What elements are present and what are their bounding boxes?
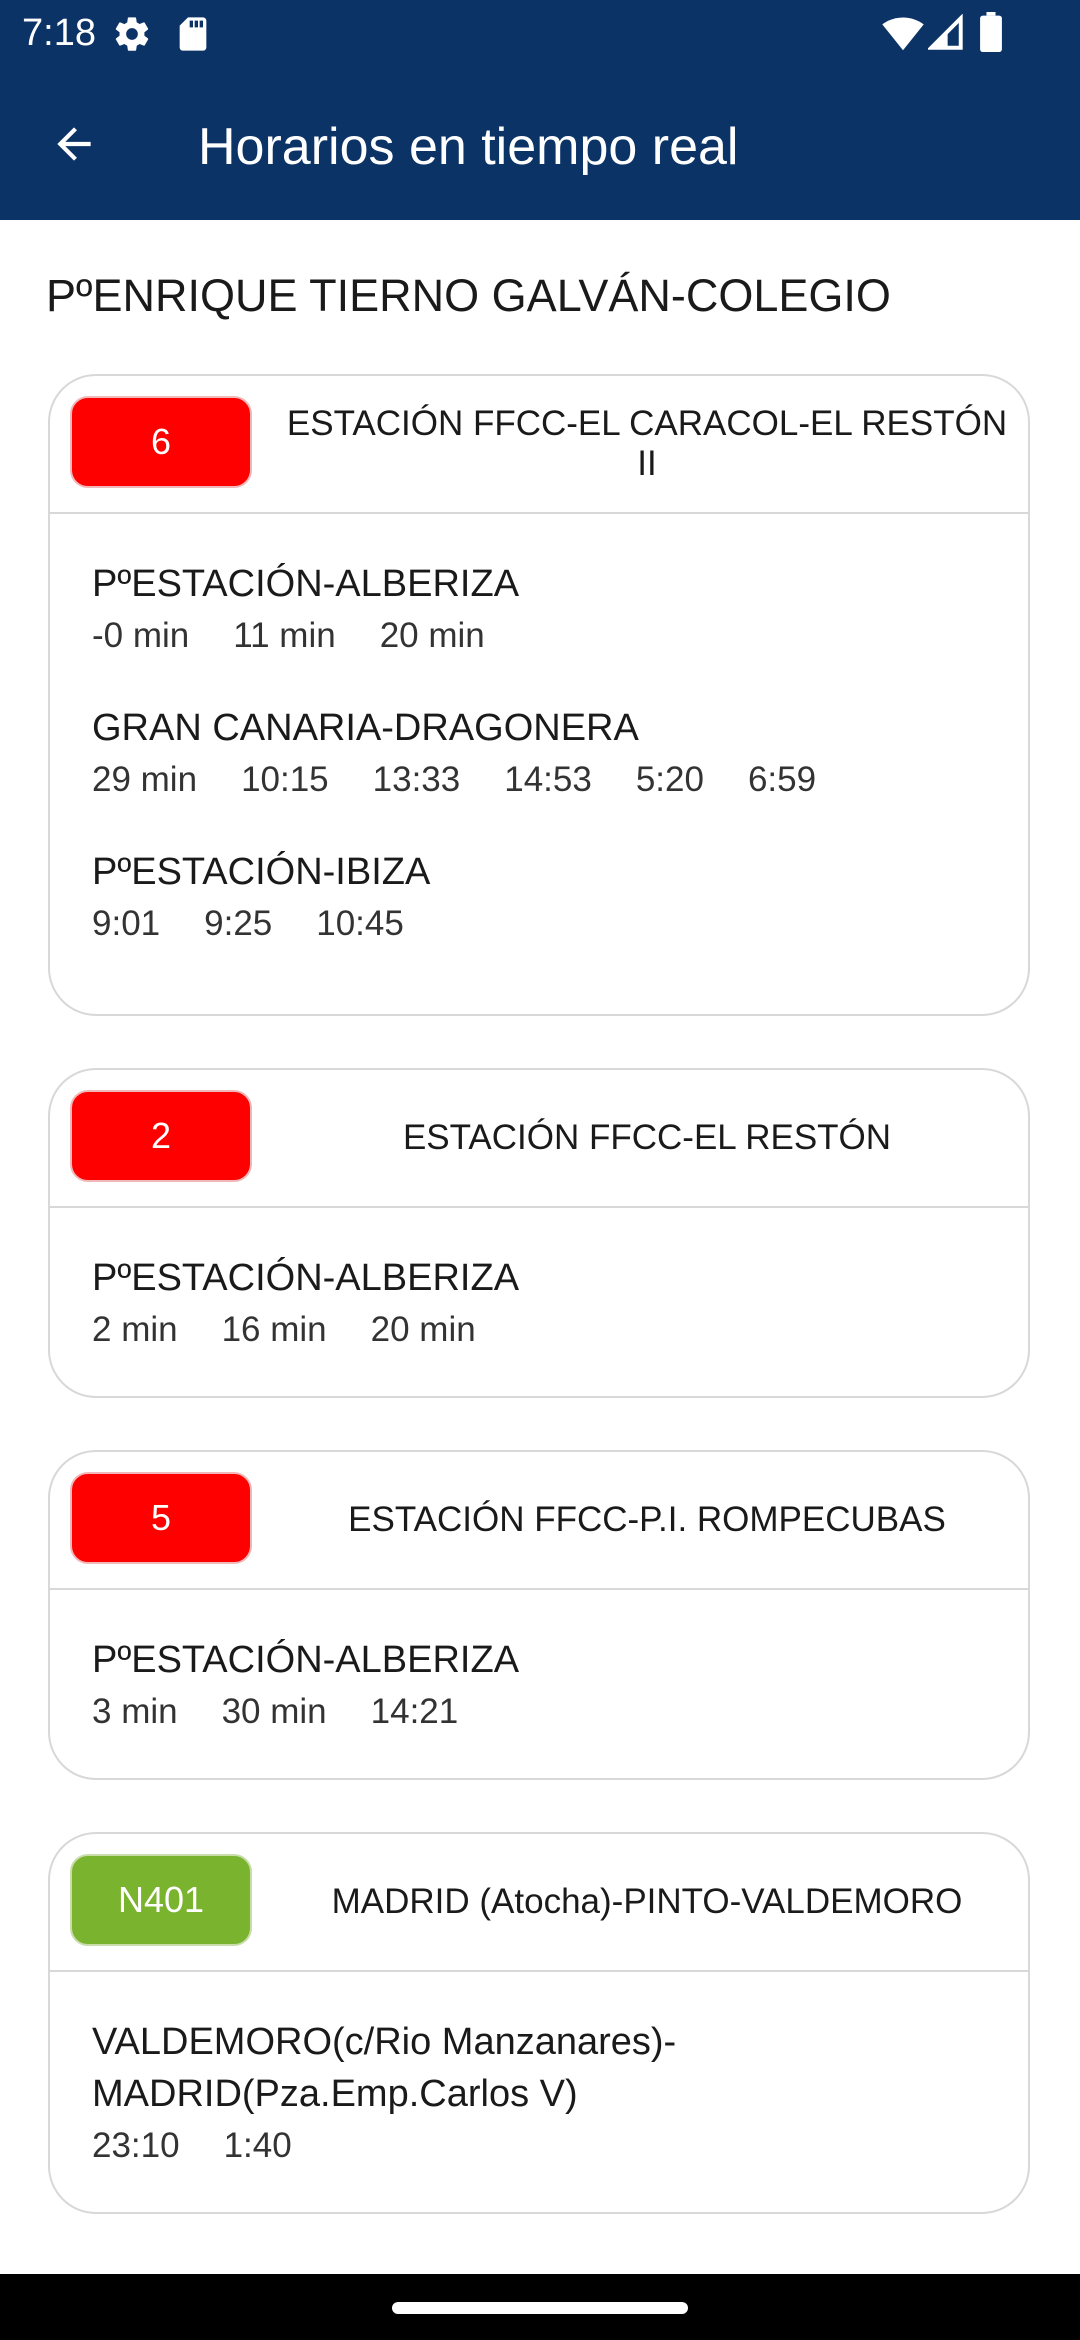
app-bar: Horarios en tiempo real (0, 66, 1080, 220)
stop-name: PºENRIQUE TIERNO GALVÁN-COLEGIO (46, 270, 891, 321)
arrival-times: 9:01 9:25 10:45 (92, 898, 1028, 950)
arrival-times: 29 min 10:15 13:33 14:53 5:20 6:59 (92, 754, 1028, 806)
arrival-time: 13:33 (372, 760, 461, 799)
line-destination: MADRID (Atocha)-PINTO-VALDEMORO (331, 1882, 963, 1921)
signal-icon (926, 13, 964, 57)
direction-name: PºESTACIÓN-IBIZA (92, 851, 431, 893)
line-destination: ESTACIÓN FFCC-EL RESTÓN (402, 1118, 892, 1157)
line-card[interactable]: 6 ESTACIÓN FFCC-EL CARACOL-EL RESTÓN II … (48, 374, 1030, 1016)
arrival-time: 10:45 (316, 904, 404, 943)
direction-item: PºESTACIÓN-ALBERIZA -0 min 11 min 20 min (92, 558, 1028, 662)
line-badge: 6 (70, 396, 252, 488)
line-card[interactable]: N401 MADRID (Atocha)-PINTO-VALDEMORO VAL… (48, 1832, 1030, 2214)
line-badge: 2 (70, 1090, 252, 1182)
line-card-body: PºESTACIÓN-ALBERIZA 3 min 30 min 14:21 (50, 1590, 1028, 1738)
arrival-time: 30 min (221, 1692, 327, 1731)
arrival-time: 5:20 (635, 760, 704, 799)
line-card-header: N401 MADRID (Atocha)-PINTO-VALDEMORO (50, 1834, 1028, 1972)
line-destination: ESTACIÓN FFCC-P.I. ROMPECUBAS (348, 1500, 946, 1539)
arrival-time: 23:10 (92, 2126, 180, 2165)
line-card-header: 5 ESTACIÓN FFCC-P.I. ROMPECUBAS (50, 1452, 1028, 1590)
line-card[interactable]: 5 ESTACIÓN FFCC-P.I. ROMPECUBAS PºESTACI… (48, 1450, 1030, 1780)
direction-name: VALDEMORO(c/Rio Manzanares)-MADRID(Pza.E… (92, 2021, 677, 2115)
arrival-time: 1:40 (223, 2126, 292, 2165)
arrival-time: 9:01 (92, 904, 161, 943)
arrival-time: 11 min (233, 616, 336, 655)
direction-name: PºESTACIÓN-ALBERIZA (92, 1639, 520, 1681)
line-destination: ESTACIÓN FFCC-EL CARACOL-EL RESTÓN II (286, 404, 1008, 483)
arrival-time: 14:53 (504, 760, 592, 799)
page-title: Horarios en tiempo real (198, 118, 739, 176)
arrival-time: 6:59 (747, 760, 817, 799)
line-badge: 5 (70, 1472, 252, 1564)
arrival-time: 10:15 (241, 760, 329, 799)
line-card-header: 6 ESTACIÓN FFCC-EL CARACOL-EL RESTÓN II (50, 376, 1028, 514)
system-nav-bar (0, 2274, 1080, 2340)
arrival-times: 23:10 1:40 (92, 2120, 968, 2172)
line-card-body: PºESTACIÓN-ALBERIZA -0 min 11 min 20 min… (50, 514, 1028, 950)
arrival-time: 20 min (370, 1310, 476, 1349)
line-card-body: VALDEMORO(c/Rio Manzanares)-MADRID(Pza.E… (50, 1972, 1028, 2172)
line-card-body: PºESTACIÓN-ALBERIZA 2 min 16 min 20 min (50, 1208, 1028, 1356)
direction-item: GRAN CANARIA-DRAGONERA 29 min 10:15 13:3… (92, 702, 1028, 806)
status-time: 7:18 (22, 12, 96, 54)
settings-icon (112, 14, 152, 59)
direction-name: PºESTACIÓN-ALBERIZA (92, 1257, 520, 1299)
direction-item: VALDEMORO(c/Rio Manzanares)-MADRID(Pza.E… (92, 2016, 968, 2172)
arrival-time: 20 min (379, 616, 485, 655)
direction-item: PºESTACIÓN-ALBERIZA 2 min 16 min 20 min (92, 1252, 1028, 1356)
arrival-time: 16 min (221, 1310, 327, 1349)
direction-name: PºESTACIÓN-ALBERIZA (92, 563, 520, 605)
direction-item: PºESTACIÓN-ALBERIZA 3 min 30 min 14:21 (92, 1634, 1028, 1738)
home-gesture-handle[interactable] (392, 2302, 688, 2314)
status-bar: 7:18 (0, 0, 1080, 66)
arrival-times: 3 min 30 min 14:21 (92, 1686, 1028, 1738)
line-card[interactable]: 2 ESTACIÓN FFCC-EL RESTÓN PºESTACIÓN-ALB… (48, 1068, 1030, 1398)
arrival-time: -0 min (92, 616, 190, 655)
arrival-time: 9:25 (204, 904, 273, 943)
wifi-icon (882, 14, 924, 57)
arrival-time: 29 min (92, 760, 198, 799)
arrow-left-icon (49, 119, 99, 174)
arrival-time: 2 min (92, 1310, 178, 1349)
back-button[interactable] (36, 108, 112, 184)
arrival-time: 14:21 (370, 1692, 459, 1731)
arrival-times: -0 min 11 min 20 min (92, 610, 1028, 662)
line-badge: N401 (70, 1854, 252, 1946)
direction-item: PºESTACIÓN-IBIZA 9:01 9:25 10:45 (92, 846, 1028, 950)
line-card-header: 2 ESTACIÓN FFCC-EL RESTÓN (50, 1070, 1028, 1208)
sd-card-icon (176, 14, 210, 59)
direction-name: GRAN CANARIA-DRAGONERA (92, 707, 639, 749)
arrival-time: 3 min (92, 1692, 178, 1731)
battery-icon (980, 12, 1002, 57)
arrival-times: 2 min 16 min 20 min (92, 1304, 1028, 1356)
